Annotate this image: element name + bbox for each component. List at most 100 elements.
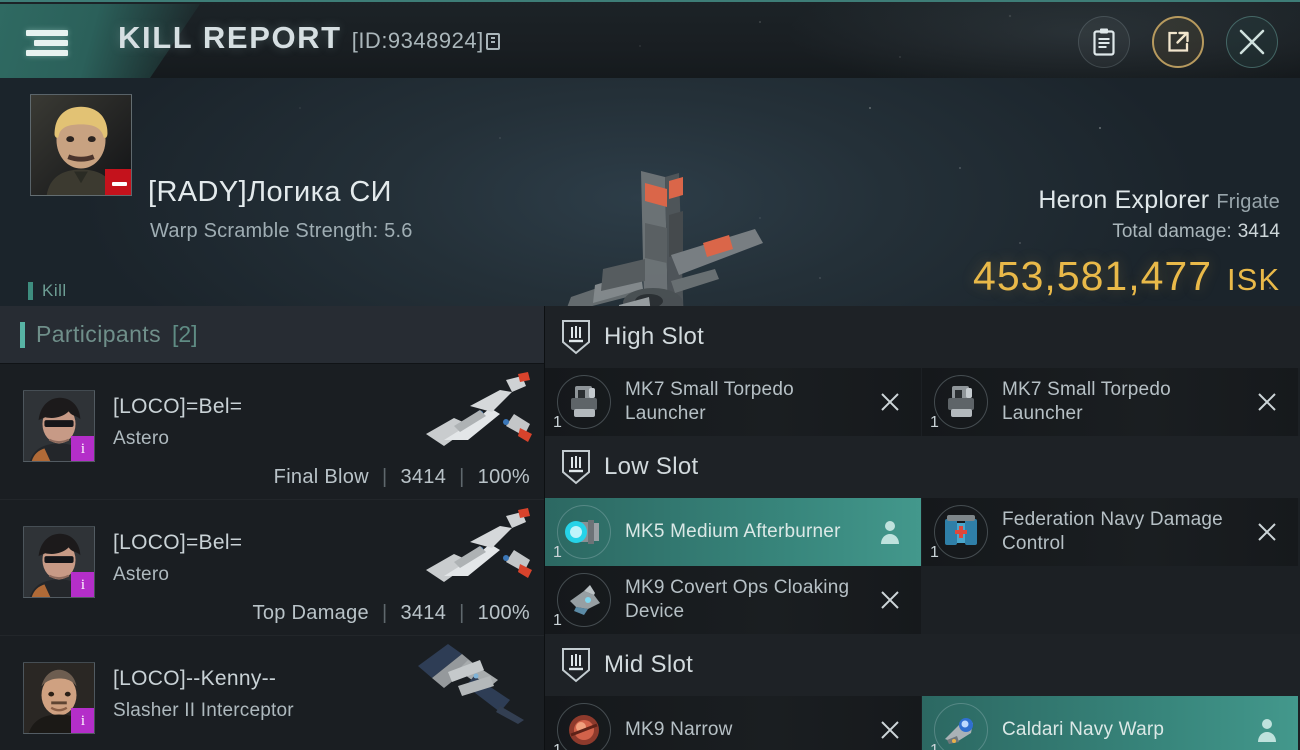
copy-icon[interactable] [485, 33, 500, 50]
fitting-item-selected[interactable]: 1 MK5 Medium Afterburner [545, 498, 922, 566]
victim-header: [RADY]Логика СИ Warp Scramble Strength: … [0, 78, 1300, 306]
participants-title: Participants [36, 321, 161, 347]
isk-unit: ISK [1227, 262, 1280, 297]
participant-row[interactable]: i [LOCO]=Bel= Astero Top Damage | 3414 |… [0, 500, 544, 636]
slot-items-high: 1 MK7 Small Torpedo Launcher 1 MK7 Small… [545, 368, 1300, 436]
person-icon[interactable] [877, 519, 903, 545]
warp-scrambler-icon: 1 [553, 699, 615, 750]
slot-section-label: Mid Slot [604, 651, 694, 678]
item-icon-ring [557, 505, 611, 559]
slot-items-low: 1 MK5 Medium Afterburner 1 Federation Na… [545, 498, 1300, 634]
participant-ship: Slasher II Interceptor [113, 700, 294, 721]
participant-ship: Astero [113, 428, 170, 449]
external-link-icon[interactable] [1152, 16, 1204, 68]
clipboard-icon[interactable] [1078, 16, 1130, 68]
item-quantity: 1 [553, 743, 562, 750]
slot-items-mid: 1 MK9 Narrow 1 [545, 696, 1300, 750]
torpedo-launcher-icon: 1 [930, 371, 992, 433]
report-id: [ID:9348924] [352, 28, 500, 54]
slot-section-header-mid: Mid Slot [545, 634, 1300, 696]
slot-section-header-high: High Slot [545, 306, 1300, 368]
item-quantity: 1 [553, 612, 562, 629]
participant-row[interactable]: i [LOCO]--Kenny-- Slasher II Interceptor [0, 636, 544, 750]
warp-disruptor-icon: 1 [930, 699, 992, 750]
victim-ship-class: Frigate [1216, 191, 1280, 213]
remove-icon[interactable] [1254, 519, 1280, 545]
minus-badge [105, 169, 131, 195]
fitting-item-name: Caldari Navy Warp [1002, 719, 1165, 740]
participant-ship-art [426, 372, 532, 446]
item-icon-ring [934, 505, 988, 559]
item-icon-ring [557, 703, 611, 750]
total-damage-label: Total damage: [1112, 221, 1232, 242]
fitting-item-name: MK7 Small Torpedo Launcher [1002, 379, 1171, 424]
slot-section-label: Low Slot [604, 453, 699, 480]
participants-panel: Participants [2] i [LOCO]=Bel= Astero Fi… [0, 306, 545, 750]
slot-shield-icon [562, 320, 590, 355]
total-damage-value: 3414 [1237, 221, 1280, 242]
item-quantity: 1 [930, 743, 939, 750]
slot-shield-icon [562, 450, 590, 485]
slot-section-label: High Slot [604, 323, 705, 350]
afterburner-icon: 1 [553, 501, 615, 563]
remove-icon[interactable] [877, 587, 903, 613]
item-icon-ring [934, 703, 988, 750]
total-damage: Total damage: 3414 [1112, 221, 1280, 243]
victim-ship-name: Heron Explorer Frigate [1038, 186, 1280, 214]
titlebar-actions [1078, 16, 1278, 68]
participant-avatar[interactable]: i [23, 662, 95, 734]
participant-name: [LOCO]--Kenny-- [113, 667, 277, 690]
participant-avatar[interactable]: i [23, 526, 95, 598]
victim-avatar[interactable] [30, 94, 132, 196]
fitting-item[interactable]: 1 MK7 Small Torpedo Launcher [922, 368, 1299, 436]
participant-ship: Astero [113, 564, 170, 585]
remove-icon[interactable] [877, 717, 903, 743]
participant-name: [LOCO]=Bel= [113, 395, 243, 418]
item-quantity: 1 [553, 544, 562, 561]
participant-role: Top Damage [252, 602, 369, 624]
kill-status-tag: Kill [28, 281, 67, 301]
stat-separator: | [381, 466, 388, 488]
participants-count: [2] [171, 321, 198, 347]
fitting-panel: High Slot 1 MK7 Small Torpedo Launcher 1… [545, 306, 1300, 750]
person-icon[interactable] [1254, 717, 1280, 743]
stat-separator: | [459, 466, 465, 488]
slot-shield-icon [562, 648, 590, 683]
damage-control-icon: 1 [930, 501, 992, 563]
item-icon-ring [934, 375, 988, 429]
remove-icon[interactable] [1254, 389, 1280, 415]
participant-percent: 100% [477, 602, 530, 624]
item-icon-ring [557, 375, 611, 429]
warp-scramble-strength: Warp Scramble Strength: 5.6 [150, 220, 413, 242]
participant-stats: Top Damage | 3414 | 100% [253, 602, 530, 625]
item-icon-ring [557, 573, 611, 627]
participant-stats: Final Blow | 3414 | 100% [274, 466, 530, 489]
page-title-label: KILL REPORT [118, 20, 342, 55]
isk-amount: 453,581,477 [973, 253, 1213, 299]
page-title: KILL REPORT [ID:9348924] [118, 20, 500, 64]
cloaking-device-icon: 1 [553, 569, 615, 631]
hamburger-menu-icon [26, 30, 72, 56]
fitting-item[interactable]: 1 Federation Navy Damage Control [922, 498, 1299, 566]
kill-tag-label: Kill [42, 281, 67, 300]
stat-separator: | [381, 602, 388, 624]
remove-icon[interactable] [877, 389, 903, 415]
item-quantity: 1 [930, 544, 939, 561]
title-bar: KILL REPORT [ID:9348924] [0, 0, 1300, 78]
fitting-item-name: MK7 Small Torpedo Launcher [625, 379, 794, 424]
participant-row[interactable]: i [LOCO]=Bel= Astero Final Blow | 3414 |… [0, 364, 544, 500]
fitting-item[interactable]: 1 MK7 Small Torpedo Launcher [545, 368, 922, 436]
fitting-item-selected[interactable]: 1 Caldari Navy Warp [922, 696, 1299, 750]
kill-tag-accent [28, 282, 33, 300]
participant-avatar[interactable]: i [23, 390, 95, 462]
fitting-item-name: MK9 Narrow [625, 719, 733, 740]
fitting-item-name: MK9 Covert Ops Cloaking Device [625, 577, 850, 622]
fitting-item[interactable]: 1 MK9 Covert Ops Cloaking Device [545, 566, 922, 634]
participant-percent: 100% [477, 466, 530, 488]
close-icon[interactable] [1226, 16, 1278, 68]
info-badge: i [71, 708, 94, 733]
participant-name: [LOCO]=Bel= [113, 531, 243, 554]
participants-accent-bar [20, 321, 25, 348]
participant-role: Final Blow [273, 466, 369, 488]
fitting-item[interactable]: 1 MK9 Narrow [545, 696, 922, 750]
